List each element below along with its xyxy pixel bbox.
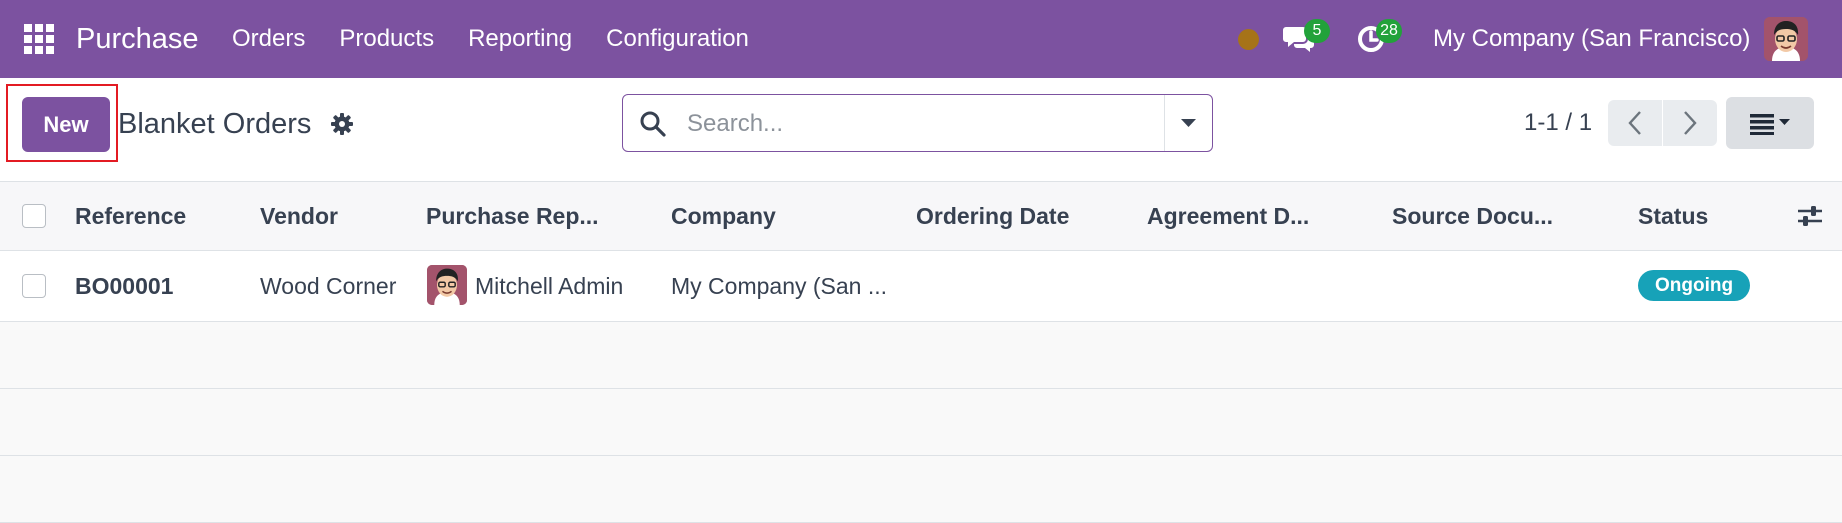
column-agreement-deadline[interactable]: Agreement D... — [1147, 182, 1309, 250]
search-options-toggle[interactable] — [1164, 95, 1213, 151]
empty-row — [0, 322, 1842, 389]
table-header: Reference Vendor Purchase Rep... Company… — [0, 182, 1842, 251]
column-source-document[interactable]: Source Docu... — [1392, 182, 1553, 250]
activities-badge: 28 — [1376, 19, 1402, 43]
pager-previous-button[interactable] — [1608, 100, 1662, 146]
user-avatar-image — [1764, 17, 1808, 61]
pager-value[interactable]: 1-1 / 1 — [1524, 106, 1592, 140]
company-switcher[interactable]: My Company (San Francisco) — [1433, 23, 1750, 55]
column-reference[interactable]: Reference — [75, 182, 186, 250]
menu-orders[interactable]: Orders — [232, 23, 305, 55]
search-bar — [622, 94, 1213, 152]
status-dot-icon — [1238, 28, 1259, 50]
optional-columns-icon[interactable] — [1797, 204, 1823, 228]
column-status[interactable]: Status — [1638, 182, 1708, 250]
column-ordering-date[interactable]: Ordering Date — [916, 182, 1069, 250]
column-vendor[interactable]: Vendor — [260, 182, 338, 250]
gear-icon[interactable] — [330, 112, 354, 136]
caret-down-icon — [1181, 119, 1196, 127]
column-purchase-rep[interactable]: Purchase Rep... — [426, 182, 599, 250]
view-switcher-button[interactable] — [1726, 97, 1814, 149]
row-checkbox[interactable] — [22, 274, 46, 298]
select-all-checkbox[interactable] — [22, 204, 46, 228]
purchase-rep-avatar — [427, 265, 467, 305]
search-input[interactable] — [685, 107, 1169, 141]
chevron-left-icon — [1628, 111, 1641, 135]
list-view-icon — [1750, 114, 1790, 135]
cell-reference: BO00001 — [75, 273, 174, 299]
user-avatar[interactable] — [1764, 17, 1808, 61]
status-indicator[interactable] — [1238, 0, 1259, 78]
cell-vendor: Wood Corner — [260, 273, 397, 299]
column-company[interactable]: Company — [671, 182, 776, 250]
chevron-right-icon — [1684, 111, 1697, 135]
empty-row — [0, 389, 1842, 456]
breadcrumb: Blanket Orders — [118, 108, 312, 140]
purchase-rep-avatar-image — [427, 265, 467, 305]
apps-grid-icon[interactable] — [24, 24, 54, 54]
table-row[interactable]: BO00001 Wood Corner Mitchell Admin My Co… — [0, 251, 1842, 322]
search-icon — [640, 111, 666, 137]
menu-reporting[interactable]: Reporting — [468, 23, 572, 55]
cell-purchase-rep: Mitchell Admin — [475, 273, 624, 299]
pager-next-button[interactable] — [1663, 100, 1717, 146]
cell-company: My Company (San ... — [671, 273, 888, 299]
menu-products[interactable]: Products — [339, 23, 434, 55]
menu-configuration[interactable]: Configuration — [606, 23, 749, 55]
app-name[interactable]: Purchase — [76, 20, 199, 58]
main-menu: Orders Products Reporting Configuration — [232, 23, 783, 55]
top-navbar: Purchase Orders Products Reporting Confi… — [0, 0, 1842, 78]
messages-badge: 5 — [1304, 19, 1330, 43]
empty-row — [0, 456, 1842, 523]
new-button-highlight — [6, 84, 118, 162]
status-badge: Ongoing — [1638, 270, 1751, 301]
